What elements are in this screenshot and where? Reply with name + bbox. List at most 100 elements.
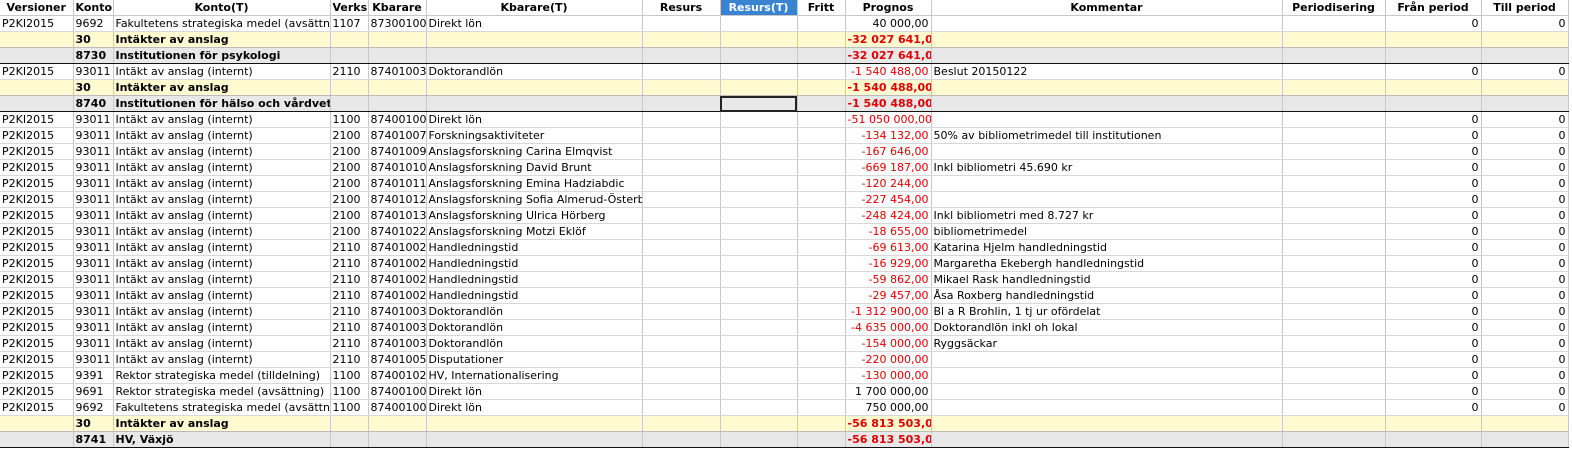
col-resurs-cell[interactable]	[642, 239, 721, 256]
col-prognos-cell[interactable]: -69 613,00	[845, 239, 932, 256]
col-resurs-t-cell[interactable]	[720, 47, 798, 64]
col-periodisering-cell[interactable]	[1282, 255, 1386, 272]
col-konto-cell[interactable]: 93011	[73, 303, 114, 320]
col-periodisering-cell[interactable]	[1282, 191, 1386, 208]
col-konto-cell[interactable]: 93011	[73, 351, 114, 368]
col-till-period-cell[interactable]	[1481, 79, 1569, 96]
col-kommentar-cell[interactable]	[931, 383, 1283, 400]
col-till-period-cell[interactable]: 0	[1481, 175, 1569, 192]
col-fritt-cell[interactable]	[797, 255, 846, 272]
col-kommentar-cell[interactable]: Katarina Hjelm handledningstid	[931, 239, 1283, 256]
col-kommentar-cell[interactable]	[931, 415, 1283, 432]
col-till-period-cell[interactable]	[1481, 415, 1569, 432]
col-till-period-cell[interactable]: 0	[1481, 303, 1569, 320]
col-resurs-t-cell[interactable]	[720, 383, 798, 400]
col-periodisering-cell[interactable]	[1282, 415, 1386, 432]
col-versioner-cell[interactable]: P2KI2015	[0, 191, 74, 208]
col-periodisering-cell[interactable]	[1282, 15, 1386, 32]
col-till-period-cell[interactable]: 0	[1481, 367, 1569, 384]
col-konto-t-cell[interactable]: Intäkt av anslag (internt)	[113, 175, 331, 192]
col-versioner-cell[interactable]: P2KI2015	[0, 335, 74, 352]
col-kbarare-t-cell[interactable]: Doktorandlön	[426, 319, 643, 336]
col-konto-cell[interactable]: 93011	[73, 335, 114, 352]
col-resurs-t-cell[interactable]	[720, 303, 798, 320]
col-prognos-cell[interactable]: -18 655,00	[845, 223, 932, 240]
col-fritt-header[interactable]: Fritt	[797, 0, 846, 16]
col-fran-period-cell[interactable]	[1385, 79, 1482, 96]
col-fritt-cell[interactable]	[797, 431, 846, 448]
col-konto-cell[interactable]: 93011	[73, 223, 114, 240]
col-kommentar-cell[interactable]: bibliometrimedel	[931, 223, 1283, 240]
col-konto-t-header[interactable]: Konto(T)	[113, 0, 331, 16]
col-konto-t-cell[interactable]: Intäkt av anslag (internt)	[113, 287, 331, 304]
col-fritt-cell[interactable]	[797, 383, 846, 400]
col-resurs-cell[interactable]	[642, 175, 721, 192]
col-kommentar-cell[interactable]	[931, 399, 1283, 416]
col-resurs-t-header[interactable]: Resurs(T)	[720, 0, 798, 16]
col-resurs-cell[interactable]	[642, 431, 721, 448]
col-resurs-t-cell[interactable]	[720, 415, 798, 432]
col-prognos-cell[interactable]: -134 132,00	[845, 127, 932, 144]
col-fran-period-cell[interactable]: 0	[1385, 159, 1482, 176]
col-kommentar-cell[interactable]	[931, 15, 1283, 32]
col-fritt-cell[interactable]	[797, 287, 846, 304]
col-prognos-cell[interactable]: -56 813 503,00	[845, 415, 932, 432]
col-kommentar-header[interactable]: Kommentar	[931, 0, 1283, 16]
col-kbarare-t-cell[interactable]: Anslagsforskning David Brunt	[426, 159, 643, 176]
col-fran-period-cell[interactable]: 0	[1385, 335, 1482, 352]
col-konto-t-cell[interactable]: Institutionen för psykologi	[113, 47, 331, 64]
col-kommentar-cell[interactable]	[931, 79, 1283, 96]
col-fran-period-cell[interactable]	[1385, 431, 1482, 448]
col-kbarare-cell[interactable]: 87400102	[368, 367, 427, 384]
col-till-period-cell[interactable]: 0	[1481, 319, 1569, 336]
col-kommentar-cell[interactable]: Beslut 20150122	[931, 63, 1283, 80]
col-kommentar-cell[interactable]	[931, 367, 1283, 384]
col-periodisering-cell[interactable]	[1282, 47, 1386, 64]
col-verks-cell[interactable]: 2100	[330, 223, 369, 240]
col-kommentar-cell[interactable]: Inkl bibliometri 45.690 kr	[931, 159, 1283, 176]
col-kbarare-t-cell[interactable]: Anslagsforskning Sofia Almerud-Österberg	[426, 191, 643, 208]
col-prognos-cell[interactable]: -120 244,00	[845, 175, 932, 192]
col-prognos-cell[interactable]: -56 813 503,00	[845, 431, 932, 448]
col-fran-period-cell[interactable]: 0	[1385, 383, 1482, 400]
col-kbarare-t-cell[interactable]: Handledningstid	[426, 255, 643, 272]
col-resurs-cell[interactable]	[642, 287, 721, 304]
col-kbarare-t-cell[interactable]: Direkt lön	[426, 111, 643, 128]
col-konto-header[interactable]: Konto	[73, 0, 114, 16]
col-versioner-cell[interactable]: P2KI2015	[0, 399, 74, 416]
col-versioner-cell[interactable]	[0, 95, 74, 112]
col-kbarare-t-cell[interactable]: Direkt lön	[426, 15, 643, 32]
col-periodisering-cell[interactable]	[1282, 207, 1386, 224]
col-verks-cell[interactable]: 2110	[330, 63, 369, 80]
col-periodisering-header[interactable]: Periodisering	[1282, 0, 1386, 16]
col-resurs-t-cell[interactable]	[720, 255, 798, 272]
col-versioner-cell[interactable]: P2KI2015	[0, 255, 74, 272]
col-fran-period-cell[interactable]: 0	[1385, 239, 1482, 256]
col-kbarare-cell[interactable]: 87300100	[368, 15, 427, 32]
col-resurs-t-cell[interactable]	[720, 63, 798, 80]
col-kommentar-cell[interactable]	[931, 31, 1283, 48]
col-kbarare-t-cell[interactable]: Direkt lön	[426, 383, 643, 400]
col-kommentar-cell[interactable]	[931, 95, 1283, 112]
col-verks-cell[interactable]: 2110	[330, 271, 369, 288]
col-fran-period-cell[interactable]: 0	[1385, 399, 1482, 416]
col-resurs-t-cell[interactable]	[720, 335, 798, 352]
col-fritt-cell[interactable]	[797, 31, 846, 48]
col-resurs-t-cell[interactable]	[720, 271, 798, 288]
col-resurs-t-cell[interactable]	[720, 367, 798, 384]
col-prognos-cell[interactable]: -51 050 000,00	[845, 111, 932, 128]
col-periodisering-cell[interactable]	[1282, 319, 1386, 336]
col-resurs-t-cell[interactable]	[720, 79, 798, 96]
col-kbarare-t-cell[interactable]	[426, 415, 643, 432]
col-verks-cell[interactable]: 2110	[330, 335, 369, 352]
col-versioner-cell[interactable]: P2KI2015	[0, 175, 74, 192]
col-fritt-cell[interactable]	[797, 191, 846, 208]
col-versioner-cell[interactable]: P2KI2015	[0, 143, 74, 160]
col-fran-period-header[interactable]: Från period	[1385, 0, 1482, 16]
col-fritt-cell[interactable]	[797, 175, 846, 192]
col-fritt-cell[interactable]	[797, 239, 846, 256]
col-kommentar-cell[interactable]: Ryggsäckar	[931, 335, 1283, 352]
col-till-period-cell[interactable]: 0	[1481, 159, 1569, 176]
col-periodisering-cell[interactable]	[1282, 335, 1386, 352]
col-fritt-cell[interactable]	[797, 111, 846, 128]
